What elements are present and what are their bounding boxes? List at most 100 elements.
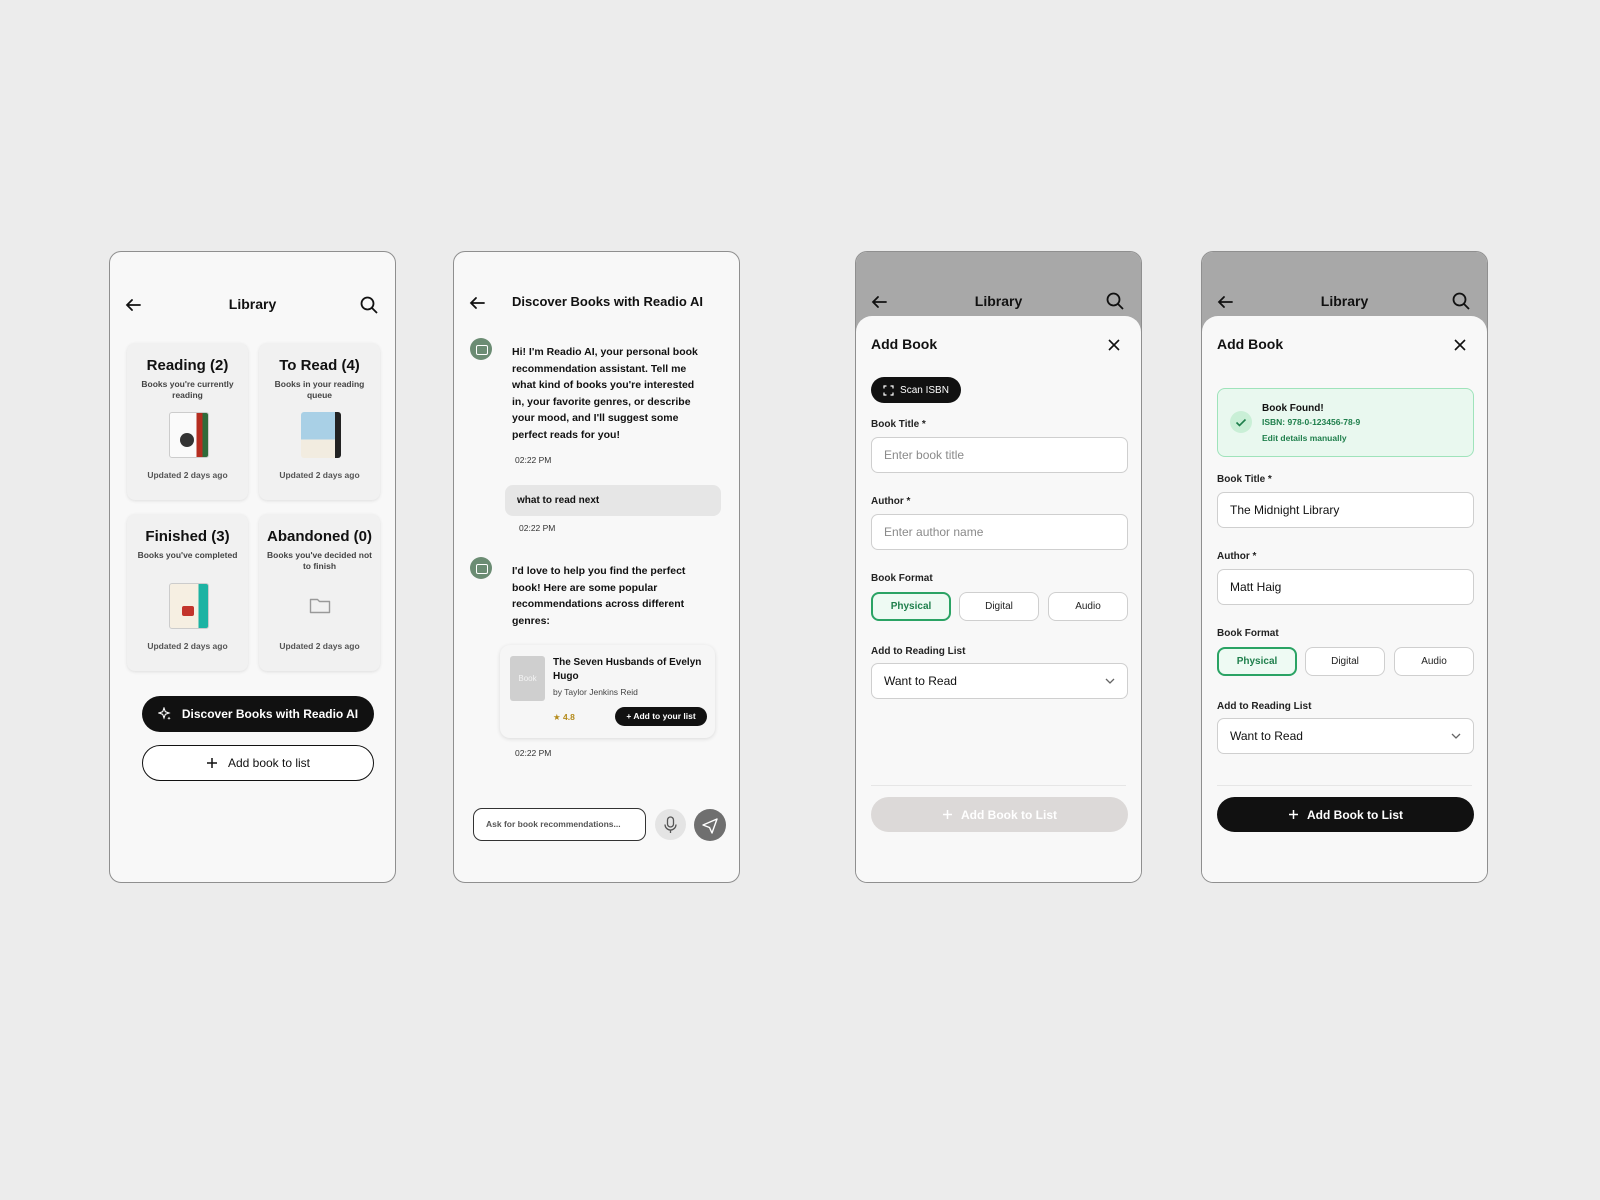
bot-message: Hi! I'm Readio AI, your personal book re… xyxy=(512,346,698,441)
author-input[interactable]: Matt Haig xyxy=(1217,569,1474,605)
search-icon[interactable] xyxy=(359,295,379,315)
chat-screen: Discover Books with Readio AI Hi! I'm Re… xyxy=(453,251,740,883)
scan-icon xyxy=(883,384,894,396)
chevron-down-icon xyxy=(1105,678,1115,684)
book-found-banner: Book Found! ISBN: 978-0-123456-78-9 Edit… xyxy=(1217,388,1474,457)
plus-icon xyxy=(1289,810,1298,819)
scan-label: Scan ISBN xyxy=(900,384,949,396)
book-format-label: Book Format xyxy=(871,573,933,584)
add-book-sheet: Add Book Scan ISBN Book Title * Enter bo… xyxy=(856,316,1141,882)
shelf-updated: Updated 2 days ago xyxy=(147,641,228,651)
message-time: 02:22 PM xyxy=(519,523,556,533)
chevron-down-icon xyxy=(1451,733,1461,739)
sparkle-icon xyxy=(157,707,171,720)
author-label: Author * xyxy=(871,496,911,507)
scan-isbn-button[interactable]: Scan ISBN xyxy=(871,377,961,403)
microphone-button[interactable] xyxy=(655,809,686,840)
plus-icon xyxy=(943,810,952,819)
add-book-sheet: Add Book Book Found! ISBN: 978-0-123456-… xyxy=(1202,316,1487,882)
add-book-label: Add book to list xyxy=(227,756,311,770)
background-title: Library xyxy=(974,293,1023,309)
book-title-input[interactable]: Enter book title xyxy=(871,437,1128,473)
shelf-updated: Updated 2 days ago xyxy=(279,470,360,480)
divider xyxy=(1217,785,1472,786)
shelf-heading: Abandoned (0) xyxy=(267,528,372,545)
shelf-updated: Updated 2 days ago xyxy=(147,470,228,480)
chat-input[interactable]: Ask for book recommendations... xyxy=(473,808,646,841)
reading-list-label: Add to Reading List xyxy=(871,646,966,657)
close-icon[interactable] xyxy=(1453,338,1467,352)
shelf-heading: Reading (2) xyxy=(146,357,229,374)
message-time: 02:22 PM xyxy=(515,455,552,465)
found-title: Book Found! xyxy=(1262,403,1324,414)
book-title-input[interactable]: The Midnight Library xyxy=(1217,492,1474,528)
edit-manually-link[interactable]: Edit details manually xyxy=(1262,433,1347,443)
add-book-to-list-button[interactable]: Add Book to List xyxy=(1217,797,1474,832)
book-author: by Taylor Jenkins Reid xyxy=(553,687,638,697)
book-cover-image xyxy=(169,583,209,629)
add-book-screen-empty: Library Add Book Scan ISBN Book Title * … xyxy=(855,251,1142,883)
send-icon xyxy=(702,818,718,834)
format-audio-option[interactable]: Audio xyxy=(1394,647,1474,676)
shelf-heading: Finished (3) xyxy=(145,528,230,545)
shelf-card-abandoned[interactable]: Abandoned (0) Books you've decided not t… xyxy=(259,514,380,671)
shelf-updated: Updated 2 days ago xyxy=(279,641,360,651)
shelf-card-to-read[interactable]: To Read (4) Books in your reading queue … xyxy=(259,343,380,500)
format-audio-option[interactable]: Audio xyxy=(1048,592,1128,621)
discover-label: Discover Books with Readio AI xyxy=(181,707,359,721)
background-title: Library xyxy=(1320,293,1369,309)
bot-avatar-icon xyxy=(470,557,492,579)
cta-label: Add Book to List xyxy=(1307,807,1403,822)
shelf-description: Books you've decided not to finish xyxy=(267,550,372,571)
discover-ai-button[interactable]: Discover Books with Readio AI xyxy=(142,696,374,732)
search-icon xyxy=(1106,292,1124,310)
shelf-heading: To Read (4) xyxy=(279,357,360,374)
format-digital-option[interactable]: Digital xyxy=(959,592,1039,621)
author-input[interactable]: Enter author name xyxy=(871,514,1128,550)
author-label: Author * xyxy=(1217,551,1257,562)
page-title: Library xyxy=(228,296,277,312)
reading-list-label: Add to Reading List xyxy=(1217,701,1312,712)
book-title: The Seven Husbands of Evelyn Hugo xyxy=(553,657,702,682)
library-screen: Library Reading (2) Books you're current… xyxy=(109,251,396,883)
cta-label: Add Book to List xyxy=(961,807,1057,822)
reading-list-value: Want to Read xyxy=(884,674,957,688)
reading-list-select[interactable]: Want to Read xyxy=(871,663,1128,699)
add-book-to-list-button[interactable]: Add Book to List xyxy=(871,797,1128,832)
microphone-icon xyxy=(664,816,677,833)
book-recommendation-card: Book The Seven Husbands of Evelyn Hugo b… xyxy=(500,645,715,738)
page-title: Discover Books with Readio AI xyxy=(512,294,703,309)
book-format-label: Book Format xyxy=(1217,628,1279,639)
shelf-card-finished[interactable]: Finished (3) Books you've completed Upda… xyxy=(127,514,248,671)
shelf-description: Books you've completed xyxy=(137,550,238,560)
check-icon xyxy=(1230,411,1252,433)
book-title-label: Book Title * xyxy=(871,419,926,430)
send-button[interactable] xyxy=(694,809,726,841)
book-title-label: Book Title * xyxy=(1217,474,1272,485)
sheet-title: Add Book xyxy=(871,336,938,352)
add-book-screen-filled: Library Add Book Book Found! ISBN: 978-0… xyxy=(1201,251,1488,883)
plus-icon xyxy=(206,758,217,768)
divider xyxy=(871,785,1126,786)
close-icon[interactable] xyxy=(1107,338,1121,352)
add-book-button[interactable]: Add book to list xyxy=(142,745,374,781)
sheet-title: Add Book xyxy=(1217,336,1284,352)
shelf-description: Books in your reading queue xyxy=(274,379,365,400)
back-arrow-icon[interactable] xyxy=(468,294,486,312)
format-physical-option[interactable]: Physical xyxy=(871,592,951,621)
book-thumbnail: Book xyxy=(510,656,545,701)
book-cover-image xyxy=(301,412,341,458)
top-bar: Library xyxy=(110,252,395,356)
book-rating: ★ 4.8 xyxy=(553,712,575,722)
format-digital-option[interactable]: Digital xyxy=(1305,647,1385,676)
search-icon xyxy=(1452,292,1470,310)
reading-list-select[interactable]: Want to Read xyxy=(1217,718,1474,754)
found-isbn: ISBN: 978-0-123456-78-9 xyxy=(1262,417,1361,427)
add-to-list-button[interactable]: + Add to your list xyxy=(615,707,707,726)
folder-icon xyxy=(309,598,331,614)
format-physical-option[interactable]: Physical xyxy=(1217,647,1297,676)
shelf-description: Books you're currently reading xyxy=(141,379,234,400)
bot-avatar-icon xyxy=(470,338,492,360)
book-cover-image xyxy=(169,412,209,458)
shelf-card-reading[interactable]: Reading (2) Books you're currently readi… xyxy=(127,343,248,500)
